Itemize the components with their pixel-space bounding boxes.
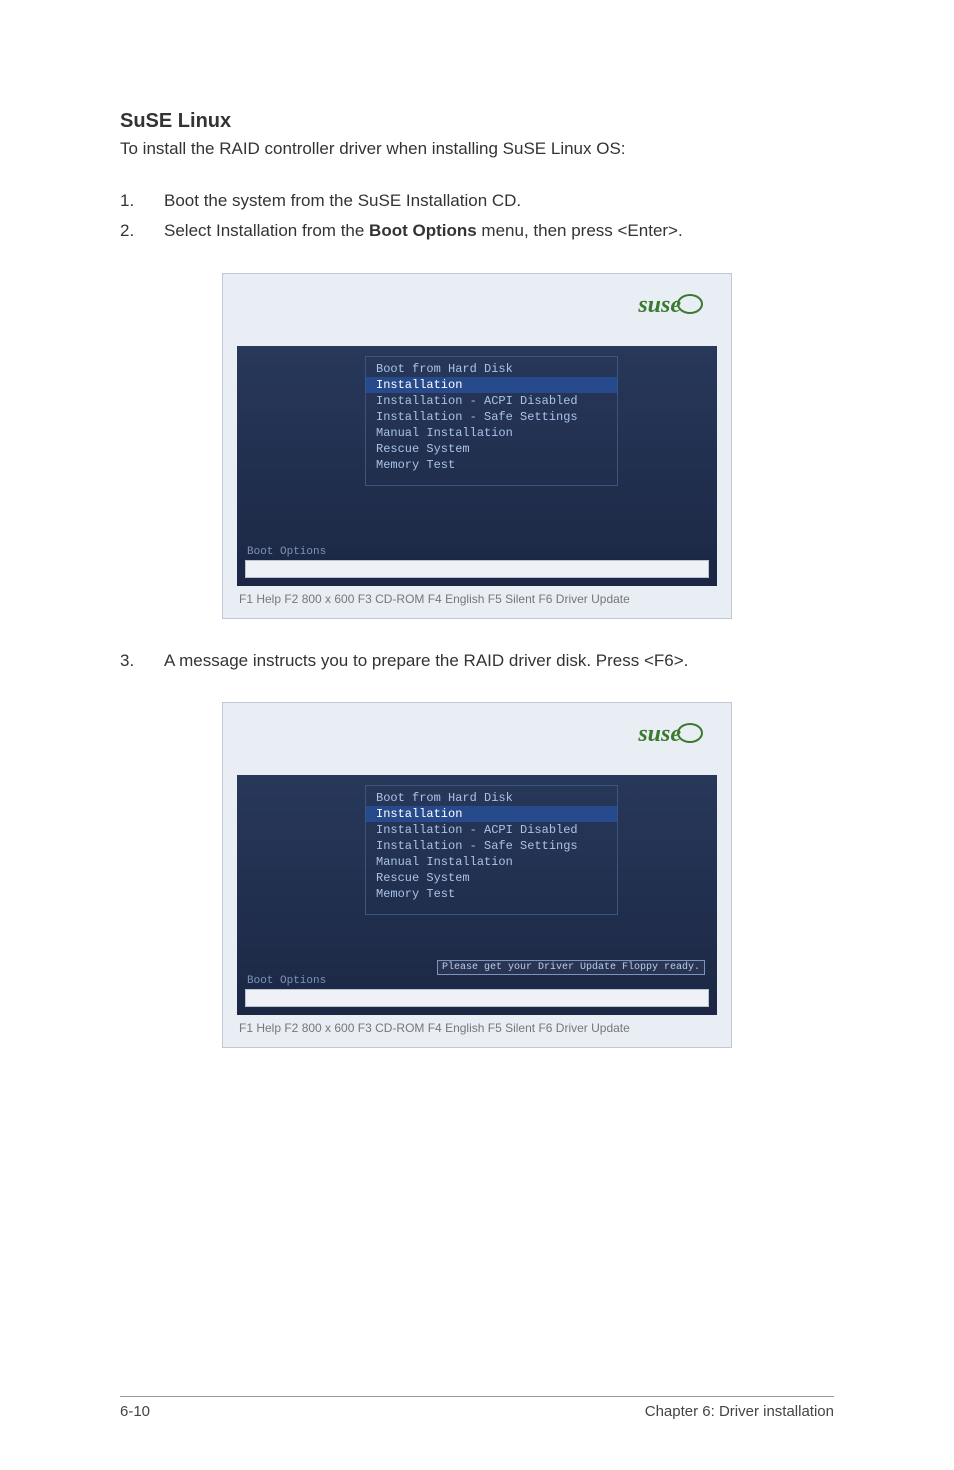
boot-options-label: Boot Options bbox=[247, 975, 326, 987]
boot-menu-item-selected: Installation bbox=[366, 377, 617, 393]
suse-logo: suse bbox=[638, 721, 703, 748]
fkey-hints: F1 Help F2 800 x 600 F3 CD-ROM F4 Englis… bbox=[237, 1015, 717, 1037]
boot-menu-item-selected: Installation bbox=[366, 806, 617, 822]
boot-options-label: Boot Options bbox=[247, 546, 326, 558]
step-text: A message instructs you to prepare the R… bbox=[164, 649, 834, 673]
step-text: Select Installation from the Boot Option… bbox=[164, 219, 834, 243]
boot-menu-item: Boot from Hard Disk bbox=[374, 361, 609, 377]
page-number: 6-10 bbox=[120, 1403, 150, 1420]
steps-list-2: 3. A message instructs you to prepare th… bbox=[120, 649, 834, 673]
boot-options-input bbox=[245, 989, 709, 1007]
boot-menu-item: Installation - ACPI Disabled bbox=[374, 822, 609, 838]
boot-menu-item: Installation - Safe Settings bbox=[374, 409, 609, 425]
boot-menu-item: Memory Test bbox=[374, 886, 609, 902]
steps-list-1: 1. Boot the system from the SuSE Install… bbox=[120, 189, 834, 243]
boot-menu-item: Rescue System bbox=[374, 441, 609, 457]
step-number: 1. bbox=[120, 189, 164, 213]
boot-menu-item: Boot from Hard Disk bbox=[374, 790, 609, 806]
boot-menu-item: Manual Installation bbox=[374, 425, 609, 441]
boot-menu-item: Memory Test bbox=[374, 457, 609, 473]
boot-menu-item: Rescue System bbox=[374, 870, 609, 886]
step-number: 3. bbox=[120, 649, 164, 673]
step-text: Boot the system from the SuSE Installati… bbox=[164, 189, 834, 213]
boot-menu-item: Installation - Safe Settings bbox=[374, 838, 609, 854]
step-number: 2. bbox=[120, 219, 164, 243]
suse-logo: suse bbox=[638, 292, 703, 319]
driver-floppy-message: Please get your Driver Update Floppy rea… bbox=[437, 960, 705, 975]
boot-menu: Boot from Hard Disk Installation Install… bbox=[365, 356, 618, 486]
suse-boot-screenshot-2: suse Boot from Hard Disk Installation In… bbox=[222, 702, 732, 1048]
suse-boot-screenshot-1: suse Boot from Hard Disk Installation In… bbox=[222, 273, 732, 619]
boot-menu-item: Installation - ACPI Disabled bbox=[374, 393, 609, 409]
boot-menu-item: Manual Installation bbox=[374, 854, 609, 870]
step-text-pre: Select Installation from the bbox=[164, 221, 369, 240]
boot-options-input bbox=[245, 560, 709, 578]
step-text-bold: Boot Options bbox=[369, 221, 477, 240]
boot-menu: Boot from Hard Disk Installation Install… bbox=[365, 785, 618, 915]
chapter-label: Chapter 6: Driver installation bbox=[645, 1403, 834, 1420]
intro-text: To install the RAID controller driver wh… bbox=[120, 139, 834, 159]
fkey-hints: F1 Help F2 800 x 600 F3 CD-ROM F4 Englis… bbox=[237, 586, 717, 608]
section-heading: SuSE Linux bbox=[120, 110, 834, 133]
step-text-post: menu, then press <Enter>. bbox=[477, 221, 683, 240]
